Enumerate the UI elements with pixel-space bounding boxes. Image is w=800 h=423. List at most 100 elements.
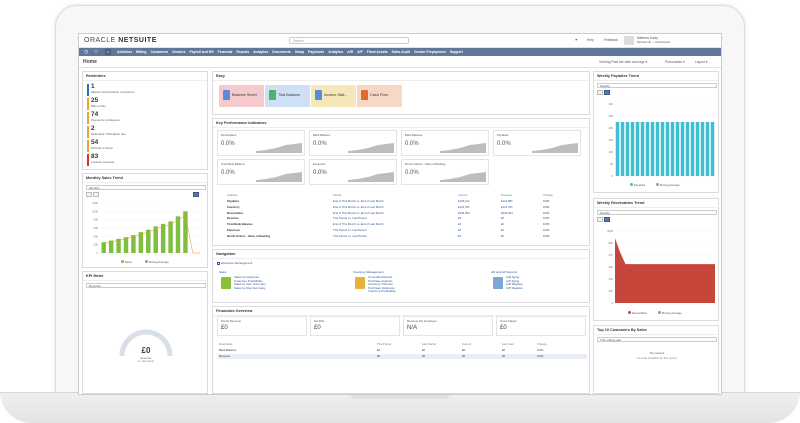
nav-item[interactable]: Billing	[134, 48, 148, 56]
kpi-box[interactable]: Month Orders - Value of Backlog 0.0%	[401, 159, 489, 185]
table-cell[interactable]: £0	[458, 234, 461, 238]
reminder-label[interactable]: Periods to Close	[91, 146, 113, 150]
kpi-box[interactable]: Payables 0.0%	[493, 130, 581, 156]
bar[interactable]	[168, 221, 173, 253]
table-cell[interactable]: £0	[501, 216, 504, 220]
recent-records-icon[interactable]: ◷	[83, 49, 89, 55]
bar[interactable]	[650, 122, 655, 176]
avatar[interactable]	[624, 36, 634, 45]
nav-item[interactable]: Documents	[270, 48, 292, 56]
bar[interactable]	[620, 122, 625, 176]
bar[interactable]	[670, 122, 675, 176]
table-cell[interactable]: This Period vs. Last Period	[333, 234, 366, 238]
nav-item[interactable]: Vendors	[170, 48, 187, 56]
table-cell[interactable]: End of This Month vs. End of Last Month	[333, 205, 383, 209]
bar[interactable]	[175, 216, 181, 253]
table-row[interactable]: Bank Balance £0 £0 £0 £0 0.0%	[217, 348, 587, 353]
nav-item[interactable]: A/P	[355, 48, 365, 56]
nav-item[interactable]: Analytics	[326, 48, 345, 56]
bar[interactable]	[160, 223, 166, 253]
bar[interactable]	[665, 122, 670, 176]
bar[interactable]	[705, 122, 710, 176]
bar[interactable]	[640, 122, 645, 176]
help-link[interactable]: Help	[587, 38, 594, 42]
bar[interactable]	[116, 238, 121, 253]
bar[interactable]	[700, 122, 705, 176]
table-cell[interactable]: £0	[458, 228, 461, 232]
nav-item[interactable]: A/R	[345, 48, 355, 56]
table-cell[interactable]: This Period vs. Last Period	[333, 216, 366, 220]
chart-type-area-icon[interactable]	[604, 217, 610, 222]
reminder-label[interactable]: Payments to Request	[91, 118, 120, 122]
nav-item[interactable]: Payroll and HR	[188, 48, 216, 56]
nav-item[interactable]: Analytics	[251, 48, 270, 56]
chart-type-bar-icon[interactable]	[193, 192, 199, 197]
table-row[interactable]: Revenue £0 £0 £0 £0 0.0%	[217, 354, 587, 359]
bar[interactable]	[183, 211, 188, 253]
period-select[interactable]: This rolling year	[597, 337, 717, 342]
table-cell[interactable]: End of This Month vs. End of Last Month	[333, 211, 383, 215]
period-select[interactable]: Monthly	[86, 185, 206, 190]
table-cell[interactable]: End of This Month vs. End of Last Month	[333, 199, 383, 203]
chart-type-line-icon[interactable]	[597, 90, 603, 95]
period-select[interactable]: Weekly	[597, 83, 717, 88]
financial-box[interactable]: Period Revenue £0	[217, 316, 307, 336]
table-cell[interactable]: £213,781	[458, 205, 470, 209]
bar[interactable]	[660, 122, 665, 176]
bar[interactable]	[153, 226, 158, 253]
kpi-box[interactable]: Expenses 0.0%	[309, 159, 397, 185]
chart-type-line-icon[interactable]	[86, 192, 92, 197]
table-cell[interactable]: £0	[501, 222, 504, 226]
shortcut-tile[interactable]: Trial Balance	[265, 85, 310, 107]
netsuite-logo[interactable]: ORACLE NETSUITE	[84, 37, 157, 44]
user-name[interactable]: Matthew Daley	[637, 36, 658, 40]
table-cell[interactable]: £213,781	[501, 205, 513, 209]
bar[interactable]	[146, 229, 151, 253]
bar[interactable]	[123, 237, 129, 253]
bar[interactable]	[685, 122, 690, 176]
chart-type-area-icon[interactable]	[93, 192, 99, 197]
receivables-area[interactable]	[615, 238, 715, 303]
kpi-box[interactable]: Bank Balance 0.0%	[309, 130, 397, 156]
layout-button[interactable]: Layout ▾	[695, 60, 707, 64]
table-cell[interactable]: £0	[501, 228, 504, 232]
report-link[interactable]: Sales by Rep Summary	[234, 286, 266, 290]
bar[interactable]	[625, 122, 630, 176]
feedback-link[interactable]: Feedback	[604, 38, 618, 42]
bar[interactable]	[695, 122, 700, 176]
nav-item[interactable]: Reports	[234, 48, 251, 56]
personalize-button[interactable]: Personalize ▾	[665, 60, 685, 64]
bar[interactable]	[635, 122, 640, 176]
global-search-input[interactable]: Search	[289, 37, 409, 44]
viewing-dropdown[interactable]: Viewing Past bar date and tags ▾	[599, 60, 647, 64]
report-link[interactable]: Inventory Profitability	[368, 289, 396, 293]
bar[interactable]	[131, 235, 136, 253]
nav-col3-title[interactable]: AR and AP Reports	[491, 270, 517, 274]
recent-icon[interactable]: ⚑	[575, 38, 578, 42]
user-role[interactable]: NetSuite UK — Administrator	[637, 41, 670, 44]
nav-col1-title[interactable]: Sales	[219, 270, 227, 274]
nav-item[interactable]: Customers	[148, 48, 170, 56]
kpi-box[interactable]: Bank Balance 0.0%	[401, 130, 489, 156]
home-icon[interactable]: ⌂	[105, 49, 111, 55]
nav-item[interactable]: Vendor Prepayment	[412, 48, 448, 56]
bar[interactable]	[615, 122, 620, 176]
nav-item[interactable]: Sales Audit	[390, 48, 412, 56]
chart-type-bar-icon[interactable]	[604, 90, 610, 95]
nav-col2-title[interactable]: Inventory Management	[353, 270, 384, 274]
bar[interactable]	[690, 122, 695, 176]
bar[interactable]	[710, 122, 715, 176]
table-cell[interactable]: £0	[458, 222, 461, 226]
reminder-label[interactable]: Bills to Pay	[91, 104, 106, 108]
financial-box[interactable]: Net P&L £0	[310, 316, 400, 336]
table-cell[interactable]: This Period vs. Last Period	[333, 228, 366, 232]
bar[interactable]	[630, 122, 635, 176]
bar[interactable]	[655, 122, 660, 176]
bar[interactable]	[645, 122, 650, 176]
nav-item[interactable]: Support	[448, 48, 465, 56]
nav-item[interactable]: Setup	[293, 48, 306, 56]
table-cell[interactable]: End of This Month vs. End of Last Month	[333, 222, 383, 226]
table-cell[interactable]: £0	[458, 216, 461, 220]
bar[interactable]	[675, 122, 680, 176]
financial-box[interactable]: Gross Margin £0	[496, 316, 586, 336]
